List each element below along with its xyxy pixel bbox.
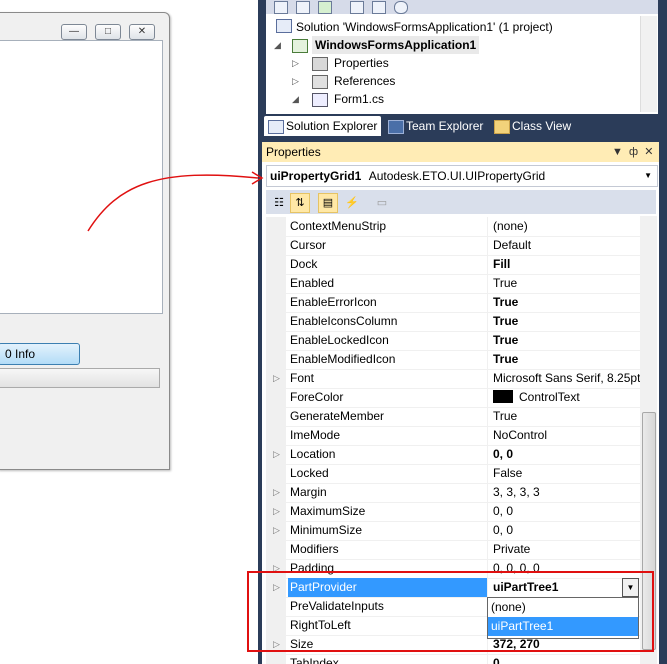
annotation-arrow	[87, 171, 264, 232]
